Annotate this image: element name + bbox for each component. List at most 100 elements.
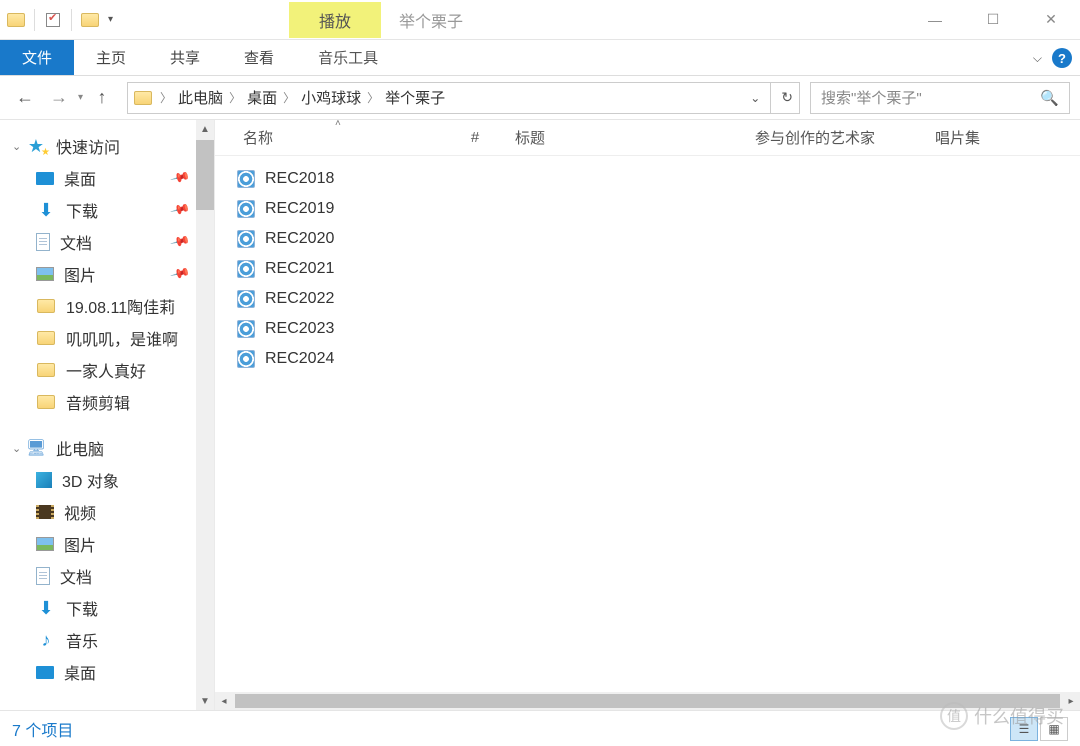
forward-button[interactable]: → [44,83,74,113]
tab-share[interactable]: 共享 [148,40,222,75]
file-item[interactable]: REC2024 [237,344,1080,374]
folder-icon [134,91,152,105]
close-button[interactable]: ✕ [1022,0,1080,40]
minimize-button[interactable]: — [906,0,964,40]
sidebar-item[interactable]: 文档 📌 [0,226,214,258]
sidebar-item[interactable]: 桌面 [0,656,214,688]
sidebar-item[interactable]: 叽叽叽，是谁啊 [0,322,214,354]
help-icon[interactable]: ? [1052,48,1072,68]
scroll-down-icon[interactable]: ▼ [196,692,214,710]
sidebar-item[interactable]: 图片 [0,528,214,560]
separator [34,9,35,31]
address-bar[interactable]: 〉 此电脑 〉 桌面 〉 小鸡球球 〉 举个栗子 ⌄ ↻ [127,82,800,114]
watermark-icon: 值 [940,702,968,730]
file-name: REC2023 [265,320,334,338]
chevron-down-icon[interactable]: ⌄ [12,442,24,455]
down-icon: ⬇ [36,200,56,220]
audio-file-icon [237,230,255,248]
navigation-bar: ← → ▾ ↑ 〉 此电脑 〉 桌面 〉 小鸡球球 〉 举个栗子 ⌄ ↻ 搜索"… [0,76,1080,120]
desktop-icon [36,172,54,185]
pin-icon: 📌 [169,231,191,253]
column-name[interactable]: 名称 [215,127,445,148]
chevron-down-icon[interactable]: ⌄ [12,140,24,153]
tab-view[interactable]: 查看 [222,40,296,75]
breadcrumb-item[interactable]: 桌面 [243,87,281,108]
window-controls: — ☐ ✕ [906,0,1080,40]
scroll-thumb[interactable] [196,140,214,210]
folder-icon[interactable] [80,10,100,30]
sidebar-item[interactable]: 音频剪辑 [0,386,214,418]
collapse-ribbon-icon[interactable]: ⌵ [1033,51,1042,66]
sidebar-item-label: 音乐 [66,628,98,652]
sidebar-this-pc[interactable]: ⌄ 🖥 此电脑 [0,432,214,464]
sidebar-item[interactable]: 文档 [0,560,214,592]
scroll-left-icon[interactable]: ◂ [215,692,233,710]
file-item[interactable]: REC2023 [237,314,1080,344]
sidebar-item[interactable]: ♪ 音乐 [0,624,214,656]
history-dropdown-icon[interactable]: ▾ [78,92,83,103]
scroll-thumb[interactable] [235,694,1060,708]
sidebar-item-label: 音频剪辑 [66,390,130,414]
breadcrumb-item[interactable]: 此电脑 [174,87,227,108]
contextual-tab-play: 播放 [289,2,381,38]
audio-file-icon [237,350,255,368]
column-title[interactable]: 标题 [505,127,745,148]
pc-icon: 🖥 [26,438,46,458]
sidebar-item-label: 文档 [60,230,92,254]
file-item[interactable]: REC2019 [237,194,1080,224]
sidebar-item-label: 下载 [66,198,98,222]
search-input[interactable]: 搜索"举个栗子" 🔍 [810,82,1070,114]
maximize-button[interactable]: ☐ [964,0,1022,40]
chevron-right-icon[interactable]: 〉 [365,89,381,106]
chevron-right-icon[interactable]: 〉 [158,89,174,106]
sidebar-scrollbar[interactable]: ▲ ▼ [196,120,214,710]
sidebar-item[interactable]: 视频 [0,496,214,528]
sidebar-quick-access[interactable]: ⌄ ★ 快速访问 [0,130,214,162]
up-button[interactable]: ↑ [87,83,117,113]
separator [71,9,72,31]
tab-music-tools[interactable]: 音乐工具 [296,40,400,75]
properties-icon[interactable] [43,10,63,30]
sidebar-item[interactable]: ⬇ 下载 📌 [0,194,214,226]
refresh-icon[interactable]: ↻ [781,89,793,106]
breadcrumb-item[interactable]: 举个栗子 [381,87,449,108]
scroll-right-icon[interactable]: ▸ [1062,692,1080,710]
file-list: REC2018 REC2019 REC2020 REC2021 REC2022 … [215,156,1080,374]
tab-home[interactable]: 主页 [74,40,148,75]
sidebar-item[interactable]: 桌面 📌 [0,162,214,194]
column-headers: ˄ 名称 # 标题 参与创作的艺术家 唱片集 [215,120,1080,156]
sidebar-item[interactable]: 19.08.11陶佳莉 [0,290,214,322]
doc-icon [36,233,50,251]
doc-icon [36,567,50,585]
chevron-right-icon[interactable]: 〉 [227,89,243,106]
breadcrumb-item[interactable]: 小鸡球球 [297,87,365,108]
pic-icon [36,267,54,281]
qat-dropdown-icon[interactable]: ▾ [108,14,113,25]
scroll-up-icon[interactable]: ▲ [196,120,214,138]
sidebar-item-label: 图片 [64,532,96,556]
address-dropdown-icon[interactable]: ⌄ [750,91,760,105]
tab-file[interactable]: 文件 [0,40,74,75]
chevron-right-icon[interactable]: 〉 [281,89,297,106]
down-icon: ⬇ [36,598,56,618]
sidebar-item[interactable]: ⬇ 下载 [0,592,214,624]
quick-access-toolbar: ▾ [0,9,119,31]
sidebar-item-label: 快速访问 [56,134,120,158]
file-item[interactable]: REC2021 [237,254,1080,284]
back-button[interactable]: ← [10,83,40,113]
audio-file-icon [237,290,255,308]
file-item[interactable]: REC2020 [237,224,1080,254]
column-album[interactable]: 唱片集 [925,127,1005,148]
column-artist[interactable]: 参与创作的艺术家 [745,127,925,148]
pin-icon: 📌 [169,167,191,189]
file-item[interactable]: REC2018 [237,164,1080,194]
sidebar-item[interactable]: 图片 📌 [0,258,214,290]
sidebar-item[interactable]: 3D 对象 [0,464,214,496]
sidebar-item-label: 下载 [66,596,98,620]
watermark: 值 什么值得买 [940,702,1064,730]
sidebar-item[interactable]: 一家人真好 [0,354,214,386]
file-item[interactable]: REC2022 [237,284,1080,314]
search-icon[interactable]: 🔍 [1040,89,1059,107]
file-name: REC2024 [265,350,334,368]
column-number[interactable]: # [445,129,505,146]
